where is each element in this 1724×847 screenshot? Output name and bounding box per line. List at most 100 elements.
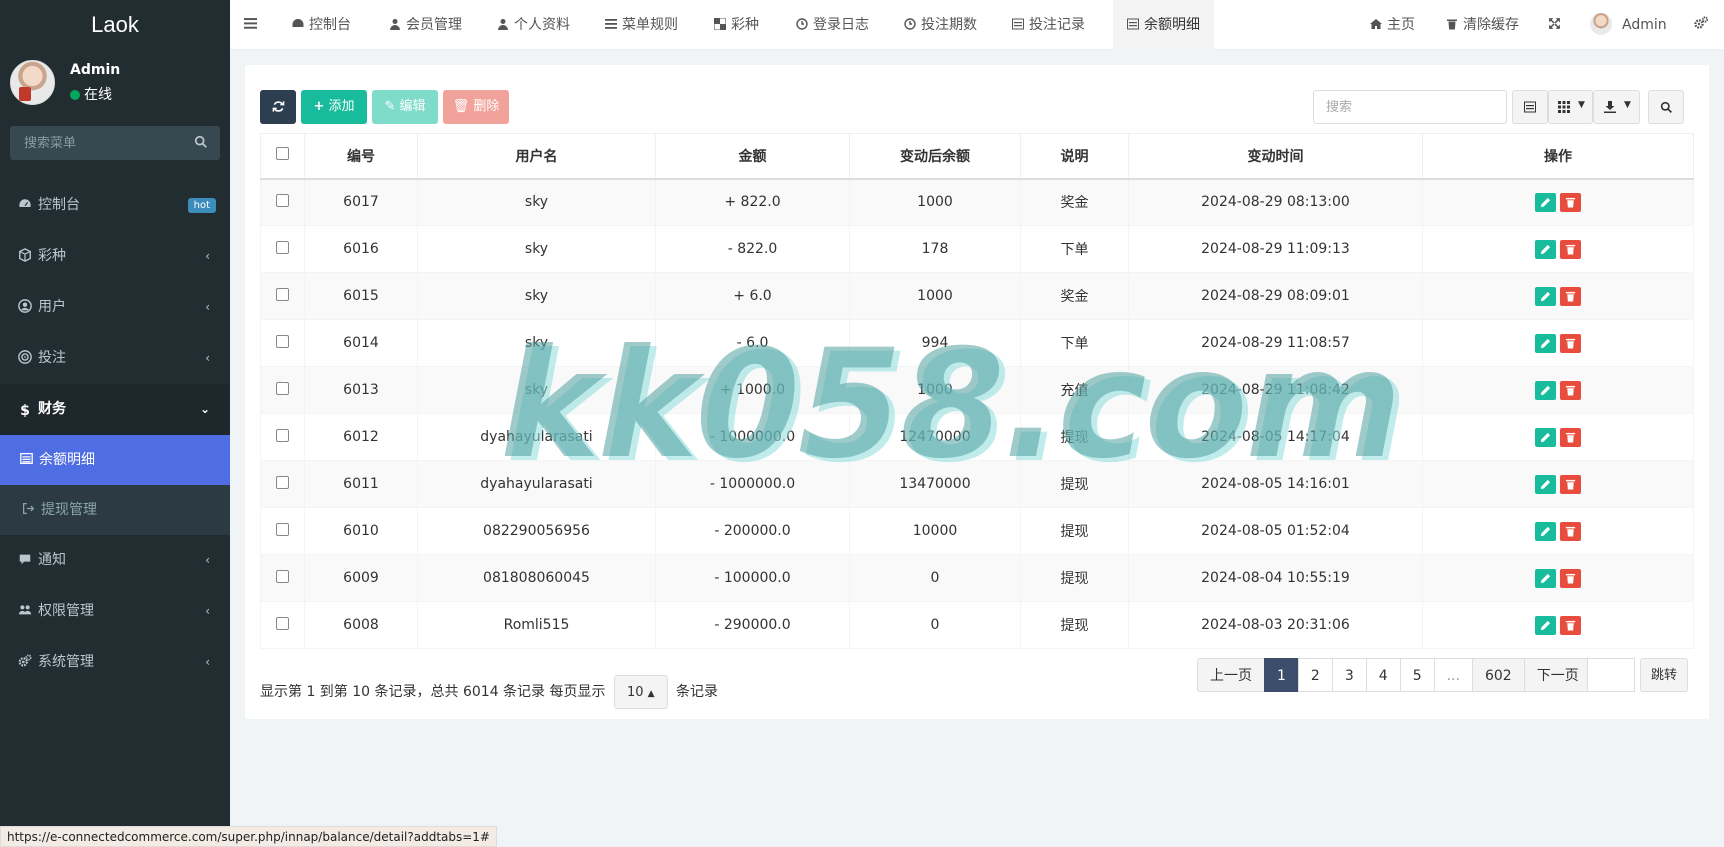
- cell-actions: [1422, 507, 1694, 555]
- sidebar-subitem-withdraw[interactable]: 提现管理: [0, 485, 230, 535]
- sidebar-item-notify[interactable]: 通知 ‹: [0, 535, 230, 586]
- row-select-cell: [260, 178, 305, 226]
- tab-bet-records[interactable]: 投注记录: [1012, 0, 1085, 50]
- tab-bet-periods[interactable]: 投注期数: [904, 0, 977, 50]
- row-edit-button[interactable]: [1535, 568, 1556, 588]
- fullscreen-button[interactable]: [1548, 0, 1566, 50]
- table-row[interactable]: 6011 dyahayularasati - 1000000.0 13470000 提现…: [260, 460, 1694, 508]
- advanced-search-button[interactable]: [1648, 90, 1684, 124]
- home-link[interactable]: 主页: [1370, 0, 1415, 50]
- row-delete-button[interactable]: [1560, 333, 1581, 353]
- row-checkbox[interactable]: [276, 381, 289, 395]
- page-button-5[interactable]: 5: [1399, 658, 1435, 692]
- sidebar-item-system[interactable]: 系统管理 ‹: [0, 637, 230, 688]
- edit-button[interactable]: ✎ 编辑: [372, 90, 438, 124]
- table-row[interactable]: 6008 Romli515- 290000.0 0 提现 2024-08-03 20:3…: [260, 601, 1694, 649]
- row-delete-button[interactable]: [1560, 521, 1581, 541]
- cell-id: 6014: [304, 319, 418, 367]
- row-delete-button[interactable]: [1560, 192, 1581, 212]
- jump-page-input[interactable]: [1587, 658, 1635, 692]
- page-button-3[interactable]: 3: [1331, 658, 1367, 692]
- row-checkbox[interactable]: [276, 475, 289, 489]
- toggle-view-button[interactable]: [1512, 90, 1548, 124]
- prev-page-button[interactable]: 上一页: [1197, 658, 1265, 692]
- tab-login-log[interactable]: 登录日志: [796, 0, 869, 50]
- page-button-4[interactable]: 4: [1365, 658, 1401, 692]
- sidebar-search-input[interactable]: [10, 126, 190, 160]
- clear-cache-button[interactable]: 清除缓存: [1446, 0, 1519, 50]
- row-delete-button[interactable]: [1560, 286, 1581, 306]
- row-checkbox[interactable]: [276, 193, 289, 207]
- sidebar-subitem-balance-detail[interactable]: 余额明细: [0, 435, 230, 485]
- row-edit-button[interactable]: [1535, 474, 1556, 494]
- columns-dropdown[interactable]: ▼: [1548, 90, 1593, 124]
- row-checkbox[interactable]: [276, 287, 289, 301]
- tab-balance-detail[interactable]: 余额明细: [1113, 0, 1214, 50]
- next-page-button[interactable]: 下一页: [1523, 658, 1592, 692]
- table-row[interactable]: 6012 dyahayularasati - 1000000.0 12470000 提现…: [260, 413, 1694, 461]
- sidebar-item-bets[interactable]: 投注 ‹: [0, 333, 230, 384]
- table-row[interactable]: 6013 sky + 1000.0 1000 充值 2024-08-29 11:08:42: [260, 366, 1694, 414]
- table-row[interactable]: 6015 sky + 6.0 1000 奖金 2024-08-29 08:09:01: [260, 272, 1694, 320]
- row-checkbox[interactable]: [276, 240, 289, 254]
- row-edit-button[interactable]: [1535, 615, 1556, 635]
- row-checkbox[interactable]: [276, 522, 289, 536]
- row-checkbox[interactable]: [276, 616, 289, 630]
- tab-lottery[interactable]: 彩种: [714, 0, 759, 50]
- row-edit-button[interactable]: [1535, 286, 1556, 306]
- row-edit-button[interactable]: [1535, 239, 1556, 259]
- page-button-1[interactable]: 1: [1264, 658, 1299, 692]
- row-delete-button[interactable]: [1560, 239, 1581, 259]
- delete-button[interactable]: 🗑 删除: [443, 90, 509, 124]
- table-row[interactable]: 6009 081808060045- 100000.0 0 提现 2024-08-04 …: [260, 554, 1694, 602]
- row-edit-button[interactable]: [1535, 192, 1556, 212]
- row-delete-button[interactable]: [1560, 380, 1581, 400]
- tab-menu-rules[interactable]: 菜单规则: [605, 0, 678, 50]
- table-row[interactable]: 6010 082290056956- 200000.0 10000 提现 2024-08…: [260, 507, 1694, 555]
- export-dropdown[interactable]: ▼: [1593, 90, 1640, 124]
- row-checkbox[interactable]: [276, 569, 289, 583]
- row-delete-button[interactable]: [1560, 615, 1581, 635]
- page-size-dropdown[interactable]: 10 ▲: [613, 675, 668, 709]
- row-edit-button[interactable]: [1535, 333, 1556, 353]
- row-edit-button[interactable]: [1535, 380, 1556, 400]
- col-note[interactable]: 说明: [1020, 133, 1129, 180]
- row-checkbox[interactable]: [276, 428, 289, 442]
- add-button[interactable]: + 添加: [301, 90, 367, 124]
- sidebar-item-finance[interactable]: $ 财务 ⌄: [0, 384, 230, 435]
- admin-menu[interactable]: Admin: [1590, 0, 1667, 50]
- sidebar-toggle-button[interactable]: [244, 0, 262, 50]
- row-delete-button[interactable]: [1560, 427, 1581, 447]
- table-search-input[interactable]: [1313, 90, 1507, 124]
- col-balance-after[interactable]: 变动后余额: [849, 133, 1021, 180]
- col-amount[interactable]: 金额: [655, 133, 850, 180]
- select-all-checkbox[interactable]: [276, 147, 289, 161]
- cell-username: 081808060045: [417, 554, 656, 602]
- sidebar-item-permissions[interactable]: 权限管理 ‹: [0, 586, 230, 637]
- tab-profile[interactable]: 个人资料: [497, 0, 570, 50]
- tab-members[interactable]: 会员管理: [389, 0, 462, 50]
- refresh-button[interactable]: [260, 90, 296, 124]
- settings-button[interactable]: [1694, 0, 1713, 50]
- row-checkbox[interactable]: [276, 334, 289, 348]
- page-button-last[interactable]: 602: [1471, 658, 1525, 692]
- col-time[interactable]: 变动时间: [1128, 133, 1423, 180]
- sidebar-item-lottery[interactable]: 彩种 ‹: [0, 231, 230, 282]
- table-row[interactable]: 6014 sky - 6.0 994 下单 2024-08-29 11:08:57: [260, 319, 1694, 367]
- sidebar-item-dashboard[interactable]: 控制台 hot: [0, 180, 230, 231]
- table-row[interactable]: 6016 sky - 822.0 178 下单 2024-08-29 11:09:13: [260, 225, 1694, 273]
- col-id[interactable]: 编号: [304, 133, 418, 180]
- col-username[interactable]: 用户名: [417, 133, 656, 180]
- pencil-icon: [1540, 197, 1551, 207]
- table-row[interactable]: 6017 sky + 822.0 1000 奖金 2024-08-29 08:13:00: [260, 178, 1694, 226]
- app-logo[interactable]: Laok: [0, 0, 230, 50]
- page-button-2[interactable]: 2: [1297, 658, 1333, 692]
- tab-dashboard[interactable]: 控制台: [292, 0, 351, 50]
- row-edit-button[interactable]: [1535, 521, 1556, 541]
- jump-button[interactable]: 跳转: [1640, 658, 1689, 692]
- row-edit-button[interactable]: [1535, 427, 1556, 447]
- sidebar-item-users[interactable]: 用户 ‹: [0, 282, 230, 333]
- search-icon[interactable]: [194, 135, 208, 149]
- row-delete-button[interactable]: [1560, 474, 1581, 494]
- row-delete-button[interactable]: [1560, 568, 1581, 588]
